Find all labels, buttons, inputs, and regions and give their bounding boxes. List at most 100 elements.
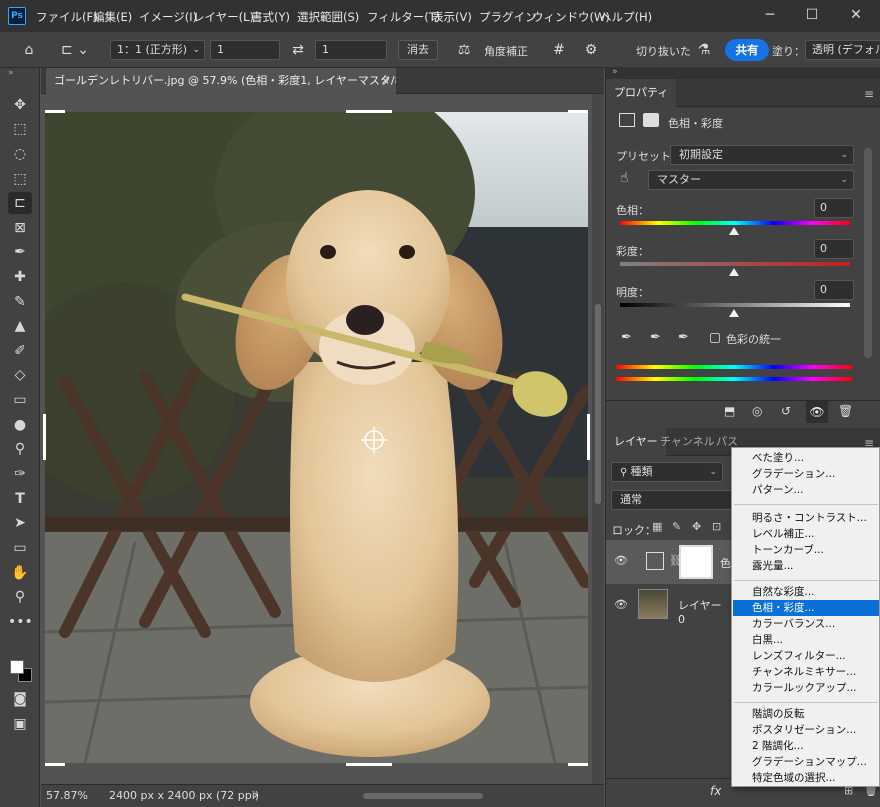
vertical-scrollbar[interactable] (592, 94, 604, 784)
menu-select[interactable]: 選択範囲(S) (297, 9, 359, 25)
menu-item-levels[interactable]: レベル補正... (733, 526, 879, 542)
layer-name[interactable]: 色 (720, 555, 731, 571)
menu-item-solid-color[interactable]: べた塗り... (733, 450, 879, 466)
menu-plugins[interactable]: プラグイン (479, 9, 537, 25)
lasso-tool-icon[interactable]: ◌ (8, 143, 32, 165)
menu-item-pattern[interactable]: パターン... (733, 482, 879, 498)
crop-handle-bottom[interactable] (346, 763, 392, 766)
crop-handle-left[interactable] (43, 414, 46, 460)
zoom-level[interactable]: 57.87% (46, 789, 88, 802)
trash-icon[interactable]: 🗑 (838, 404, 853, 418)
menu-edit[interactable]: 編集(E) (93, 9, 132, 25)
minimize-icon[interactable]: ─ (760, 5, 780, 25)
flask-icon[interactable]: ⚗ (695, 41, 713, 59)
layer-row-image[interactable]: 👁 レイヤー 0 (606, 584, 732, 628)
collapse-icon[interactable]: » (8, 68, 14, 78)
eyedropper-add-icon[interactable]: ✒ (650, 330, 661, 345)
menu-item-threshold[interactable]: 2 階調化... (733, 738, 879, 754)
hue-slider-track[interactable] (620, 221, 850, 225)
properties-scrollbar[interactable] (864, 148, 872, 358)
layer-name[interactable]: レイヤー 0 (678, 597, 732, 626)
canvas-area[interactable] (41, 94, 604, 784)
gear-icon[interactable]: ⚙ (582, 41, 600, 59)
lightness-slider-track[interactable] (620, 303, 850, 307)
status-arrow-icon[interactable]: › (253, 788, 258, 803)
foreground-color-swatch-front[interactable] (10, 660, 24, 674)
eyedropper-subtract-icon[interactable]: ✒ (678, 330, 689, 345)
type-tool-icon[interactable]: T (8, 488, 32, 510)
menu-layer[interactable]: レイヤー(L) (193, 9, 254, 25)
crop-tool-preset-icon[interactable]: ⊏ ⌄ (58, 41, 92, 59)
eyedropper-tool-icon[interactable]: ✒ (8, 241, 32, 263)
hand-adjust-icon[interactable]: ☝ (620, 170, 629, 186)
close-window-icon[interactable]: ✕ (846, 5, 866, 25)
document-tab[interactable]: ゴールデンレトリバー.jpg @ 57.9% (色相・彩度1, レイヤーマスク/… (46, 68, 396, 94)
fill-select[interactable]: 透明 (デフォル (805, 40, 880, 60)
eraser-tool-icon[interactable]: ◇ (8, 364, 32, 386)
hue-value-input[interactable]: 0 (814, 198, 854, 218)
horizontal-scroll-thumb[interactable] (363, 793, 483, 799)
preset-select[interactable]: 初期設定 ⌄ (670, 145, 854, 165)
swap-dimensions-icon[interactable]: ⇄ (289, 41, 307, 59)
menu-item-color-lookup[interactable]: カラールックアップ... (733, 680, 879, 696)
menu-item-invert[interactable]: 階調の反転 (733, 706, 879, 722)
blur-tool-icon[interactable]: ● (8, 414, 32, 436)
menu-image[interactable]: イメージ(I) (139, 9, 197, 25)
healing-brush-icon[interactable]: ✚ (8, 266, 32, 288)
pen-tool-icon[interactable]: ✑ (8, 463, 32, 485)
straighten-label[interactable]: 角度補正 (484, 43, 528, 59)
crop-handle-top[interactable] (346, 110, 392, 113)
crop-height-input[interactable]: 1 (315, 40, 387, 60)
lock-pixels-icon[interactable]: ✎ (672, 520, 681, 533)
gradient-tool-icon[interactable]: ▭ (8, 389, 32, 411)
crop-tool-icon[interactable]: ⊏ (8, 192, 32, 214)
rectangle-tool-icon[interactable]: ▭ (8, 537, 32, 559)
menu-item-selective-color[interactable]: 特定色域の選択... (733, 770, 879, 786)
layer-filter-select[interactable]: ⚲ 種類 ⌄ (611, 462, 723, 482)
share-button[interactable]: 共有 (725, 39, 769, 61)
menu-item-channel-mixer[interactable]: チャンネルミキサー... (733, 664, 879, 680)
clip-to-layer-icon[interactable]: ⬒ (724, 404, 735, 418)
mask-icon[interactable] (643, 113, 659, 127)
layer-row-adjustment[interactable]: 👁 ⛓ 色 (606, 540, 732, 584)
eyedropper-icon[interactable]: ✒ (621, 330, 632, 345)
vertical-scroll-thumb[interactable] (595, 304, 601, 504)
menu-file[interactable]: ファイル(F) (36, 9, 98, 25)
crop-handle-bottom-right[interactable] (568, 763, 588, 766)
dodge-tool-icon[interactable]: ⚲ (8, 438, 32, 460)
tab-properties[interactable]: プロパティ (606, 79, 677, 107)
quick-mask-icon[interactable]: ◙ (8, 688, 32, 710)
menu-item-hue-saturation[interactable]: 色相・彩度... (733, 600, 879, 616)
hue-slider-thumb[interactable] (729, 227, 739, 235)
crop-ratio-select[interactable]: 1：1 (正方形) ⌄ (110, 40, 205, 60)
crop-handle-top-left[interactable] (45, 110, 65, 113)
fx-icon[interactable]: fx (710, 784, 721, 798)
document-image[interactable] (45, 112, 588, 763)
menu-item-brightness-contrast[interactable]: 明るさ・コントラスト... (733, 510, 879, 526)
menu-view[interactable]: 表示(V) (432, 9, 472, 25)
menu-item-photo-filter[interactable]: レンズフィルター... (733, 648, 879, 664)
menu-item-vibrance[interactable]: 自然な彩度... (733, 584, 879, 600)
object-select-tool-icon[interactable]: ⬚ (8, 168, 32, 190)
maximize-icon[interactable]: ☐ (802, 5, 822, 25)
close-tab-icon[interactable]: × (381, 68, 390, 94)
menu-window[interactable]: ウィンドウ(W) (532, 9, 610, 25)
crop-handle-bottom-left[interactable] (45, 763, 65, 766)
reset-icon[interactable]: ↺ (781, 404, 791, 418)
menu-item-black-white[interactable]: 白黒... (733, 632, 879, 648)
menu-filter[interactable]: フィルター(T) (367, 9, 440, 25)
crop-handle-right[interactable] (587, 414, 590, 460)
panel-menu-icon[interactable]: ≡ (864, 87, 874, 101)
lock-artboard-icon[interactable]: ⊡ (712, 520, 721, 533)
crop-handle-top-right[interactable] (568, 110, 588, 113)
layer-mask-thumbnail[interactable] (679, 545, 713, 579)
lock-position-icon[interactable]: ✥ (692, 520, 701, 533)
menu-item-gradient-map[interactable]: グラデーションマップ... (733, 754, 879, 770)
saturation-slider-track[interactable] (620, 262, 850, 266)
marquee-tool-icon[interactable]: ⬚ (8, 118, 32, 140)
history-brush-icon[interactable]: ✐ (8, 340, 32, 362)
screen-mode-icon[interactable]: ▣ (8, 713, 32, 735)
visibility-eye-icon[interactable]: 👁 (806, 401, 828, 423)
move-tool-icon[interactable]: ✥ (8, 94, 32, 116)
menu-type[interactable]: 書式(Y) (251, 9, 290, 25)
